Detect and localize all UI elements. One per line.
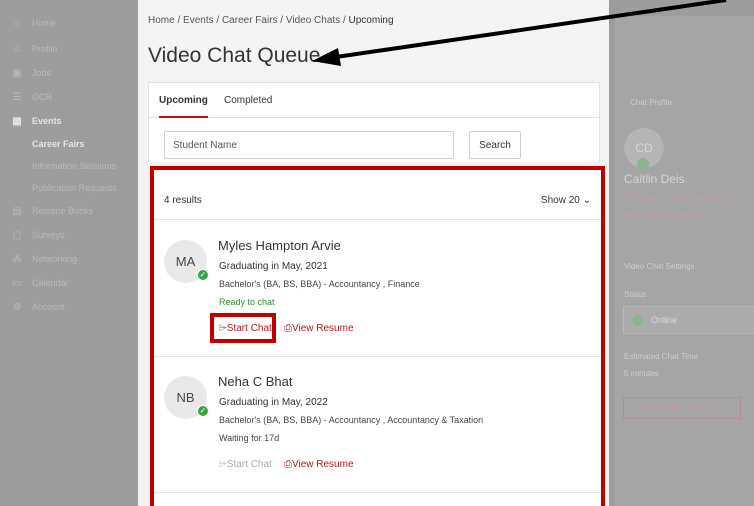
breadcrumb-video-chats[interactable]: Video Chats <box>286 15 340 26</box>
main-content: Home / Events / Career Fairs / Video Cha… <box>138 0 609 506</box>
network-icon: ⁂ <box>12 253 22 265</box>
profile-name: Caitlin Deis <box>624 172 685 186</box>
status-select[interactable]: Online <box>623 306 754 334</box>
graduation-date: Graduating in May, 2022 <box>219 397 328 408</box>
sidebar-item-events[interactable]: ▦ Events <box>0 110 138 132</box>
briefcase-icon: ▣ <box>12 67 22 79</box>
start-chat-button[interactable]: ⌲Start Chat <box>219 459 272 470</box>
breadcrumb-home[interactable]: Home <box>148 15 175 26</box>
search-button[interactable]: Search <box>469 131 521 159</box>
sidebar-item-label: Events <box>32 116 62 126</box>
book-icon: ▤ <box>12 205 22 217</box>
status-label: Status <box>624 290 647 299</box>
video-chat-settings-label: Video Chat Settings <box>624 262 695 271</box>
video-chat-instructions-button[interactable]: Video Chat Instructions <box>623 397 741 419</box>
breadcrumb-separator: / <box>213 15 222 26</box>
avatar-initials: NB <box>176 390 195 405</box>
sidebar-item-jobs[interactable]: ▣ Jobs <box>0 62 138 84</box>
page-title: Video Chat Queue <box>148 44 321 67</box>
chat-profile-label: Chat Profile <box>630 98 672 107</box>
ocr-icon: ☰ <box>12 91 22 103</box>
gear-icon: ⚙ <box>12 301 22 313</box>
sidebar-item-label: Publication Requests <box>32 183 117 193</box>
graduation-date: Graduating in May, 2021 <box>219 261 328 272</box>
degree: Bachelor's (BA, BS, BBA) - Accountancy ,… <box>219 415 484 425</box>
degree: Bachelor's (BA, BS, BBA) - Accountancy ,… <box>219 279 420 289</box>
sidebar-item-home[interactable]: ⌂ Home <box>0 12 138 34</box>
avatar-initials: CD <box>635 141 653 155</box>
breadcrumb-separator: / <box>277 15 286 26</box>
sidebar-item-networking[interactable]: ⁂ Networking <box>0 248 138 270</box>
avatar: NB ✓ <box>164 376 209 419</box>
sidebar-item-label: Information Sessions <box>32 161 117 171</box>
view-resume-link[interactable]: ⎙View Resume <box>284 323 354 334</box>
view-resume-link[interactable]: ⎙View Resume <box>284 459 354 470</box>
tabs-bar: Upcoming Completed <box>148 82 600 118</box>
status-value: Online <box>651 315 678 325</box>
sidebar-item-label: Profile <box>32 44 58 54</box>
sidebar-item-label: Networking <box>32 254 78 264</box>
check-icon: ✓ <box>197 405 209 417</box>
sidebar-item-profile[interactable]: ☺ Profile <box>0 38 138 60</box>
chat-profile-card: Chat Profile <box>615 16 754 506</box>
sidebar-item-surveys[interactable]: ▢ Surveys <box>0 224 138 246</box>
tab-upcoming[interactable]: Upcoming <box>159 83 208 118</box>
sidebar-item-resume-books[interactable]: ▤ Resume Books <box>0 200 138 222</box>
calendar-icon: ▭ <box>12 277 22 289</box>
results-panel: 4 results Show 20 ⌄ MA ✓ Myles Hampton A… <box>150 166 605 506</box>
sidebar-item-career-fairs[interactable]: Career Fairs <box>0 133 138 155</box>
sidebar-item-information-sessions[interactable]: Information Sessions <box>0 155 138 177</box>
breadcrumb: Home / Events / Career Fairs / Video Cha… <box>148 15 394 26</box>
search-bar: Search <box>148 118 600 162</box>
breadcrumb-events[interactable]: Events <box>183 15 214 26</box>
sidebar-item-label: Home <box>32 18 57 28</box>
online-icon <box>632 315 643 327</box>
profile-icon: ☺ <box>11 43 23 55</box>
sidebar-item-ocr[interactable]: ☰ OCR <box>0 86 138 108</box>
estimated-chat-time-value: 5 minutes <box>624 369 659 378</box>
check-icon <box>637 158 649 170</box>
sidebar-item-label: Account <box>32 302 65 312</box>
breadcrumb-current: Upcoming <box>348 15 394 26</box>
sidebar-item-label: Surveys <box>32 230 65 240</box>
sidebar-item-label: OCR <box>32 92 52 102</box>
estimated-chat-time-label: Estimated Chat Time <box>624 352 699 361</box>
page-size-select[interactable]: Show 20 ⌄ <box>541 195 591 206</box>
avatar: CD <box>624 128 664 170</box>
survey-icon: ▢ <box>12 229 22 241</box>
sidebar-item-publication-requests[interactable]: Publication Requests <box>0 177 138 199</box>
chat-profile-panel: Chat Profile CD Caitlin Deis Assistant D… <box>609 0 754 506</box>
student-name: Neha C Bhat <box>218 374 293 389</box>
chat-status: Waiting for 17d <box>219 433 280 443</box>
student-name: Myles Hampton Arvie <box>218 238 341 253</box>
sidebar-item-calendar[interactable]: ▭ Calendar <box>0 272 138 294</box>
tab-completed[interactable]: Completed <box>224 83 272 118</box>
student-row: NB ✓ Neha C Bhat Graduating in May, 2022… <box>154 357 601 493</box>
breadcrumb-separator: / <box>174 15 184 26</box>
sidebar: ⌂ Home ☺ Profile ▣ Jobs ☰ OCR ▦ Events C… <box>0 0 138 506</box>
breadcrumb-separator: / <box>340 15 349 26</box>
sidebar-item-label: Calendar <box>32 278 69 288</box>
student-row: MA ✓ Myles Hampton Arvie Graduating in M… <box>154 221 601 357</box>
results-count: 4 results <box>164 195 202 206</box>
start-chat-button[interactable]: ⌲Start Chat <box>219 323 272 334</box>
breadcrumb-career-fairs[interactable]: Career Fairs <box>222 15 278 26</box>
home-icon: ⌂ <box>13 17 21 29</box>
profile-title: Assistant Director, Employer De <box>624 193 737 202</box>
sidebar-item-label: Resume Books <box>32 206 94 216</box>
chat-status: Ready to chat <box>219 297 275 307</box>
sidebar-item-label: Career Fairs <box>32 139 85 149</box>
avatar: MA ✓ <box>164 240 209 283</box>
calendar-icon: ▦ <box>12 115 22 127</box>
sidebar-item-account[interactable]: ⚙ Account <box>0 296 138 318</box>
avatar-initials: MA <box>175 254 196 269</box>
student-name-input[interactable] <box>164 131 454 159</box>
check-icon: ✓ <box>197 269 209 281</box>
sidebar-item-label: Jobs <box>32 68 52 78</box>
results-header: 4 results Show 20 ⌄ <box>154 170 601 220</box>
profile-email[interactable]: deis.caitlin@gmail.com <box>624 210 706 219</box>
